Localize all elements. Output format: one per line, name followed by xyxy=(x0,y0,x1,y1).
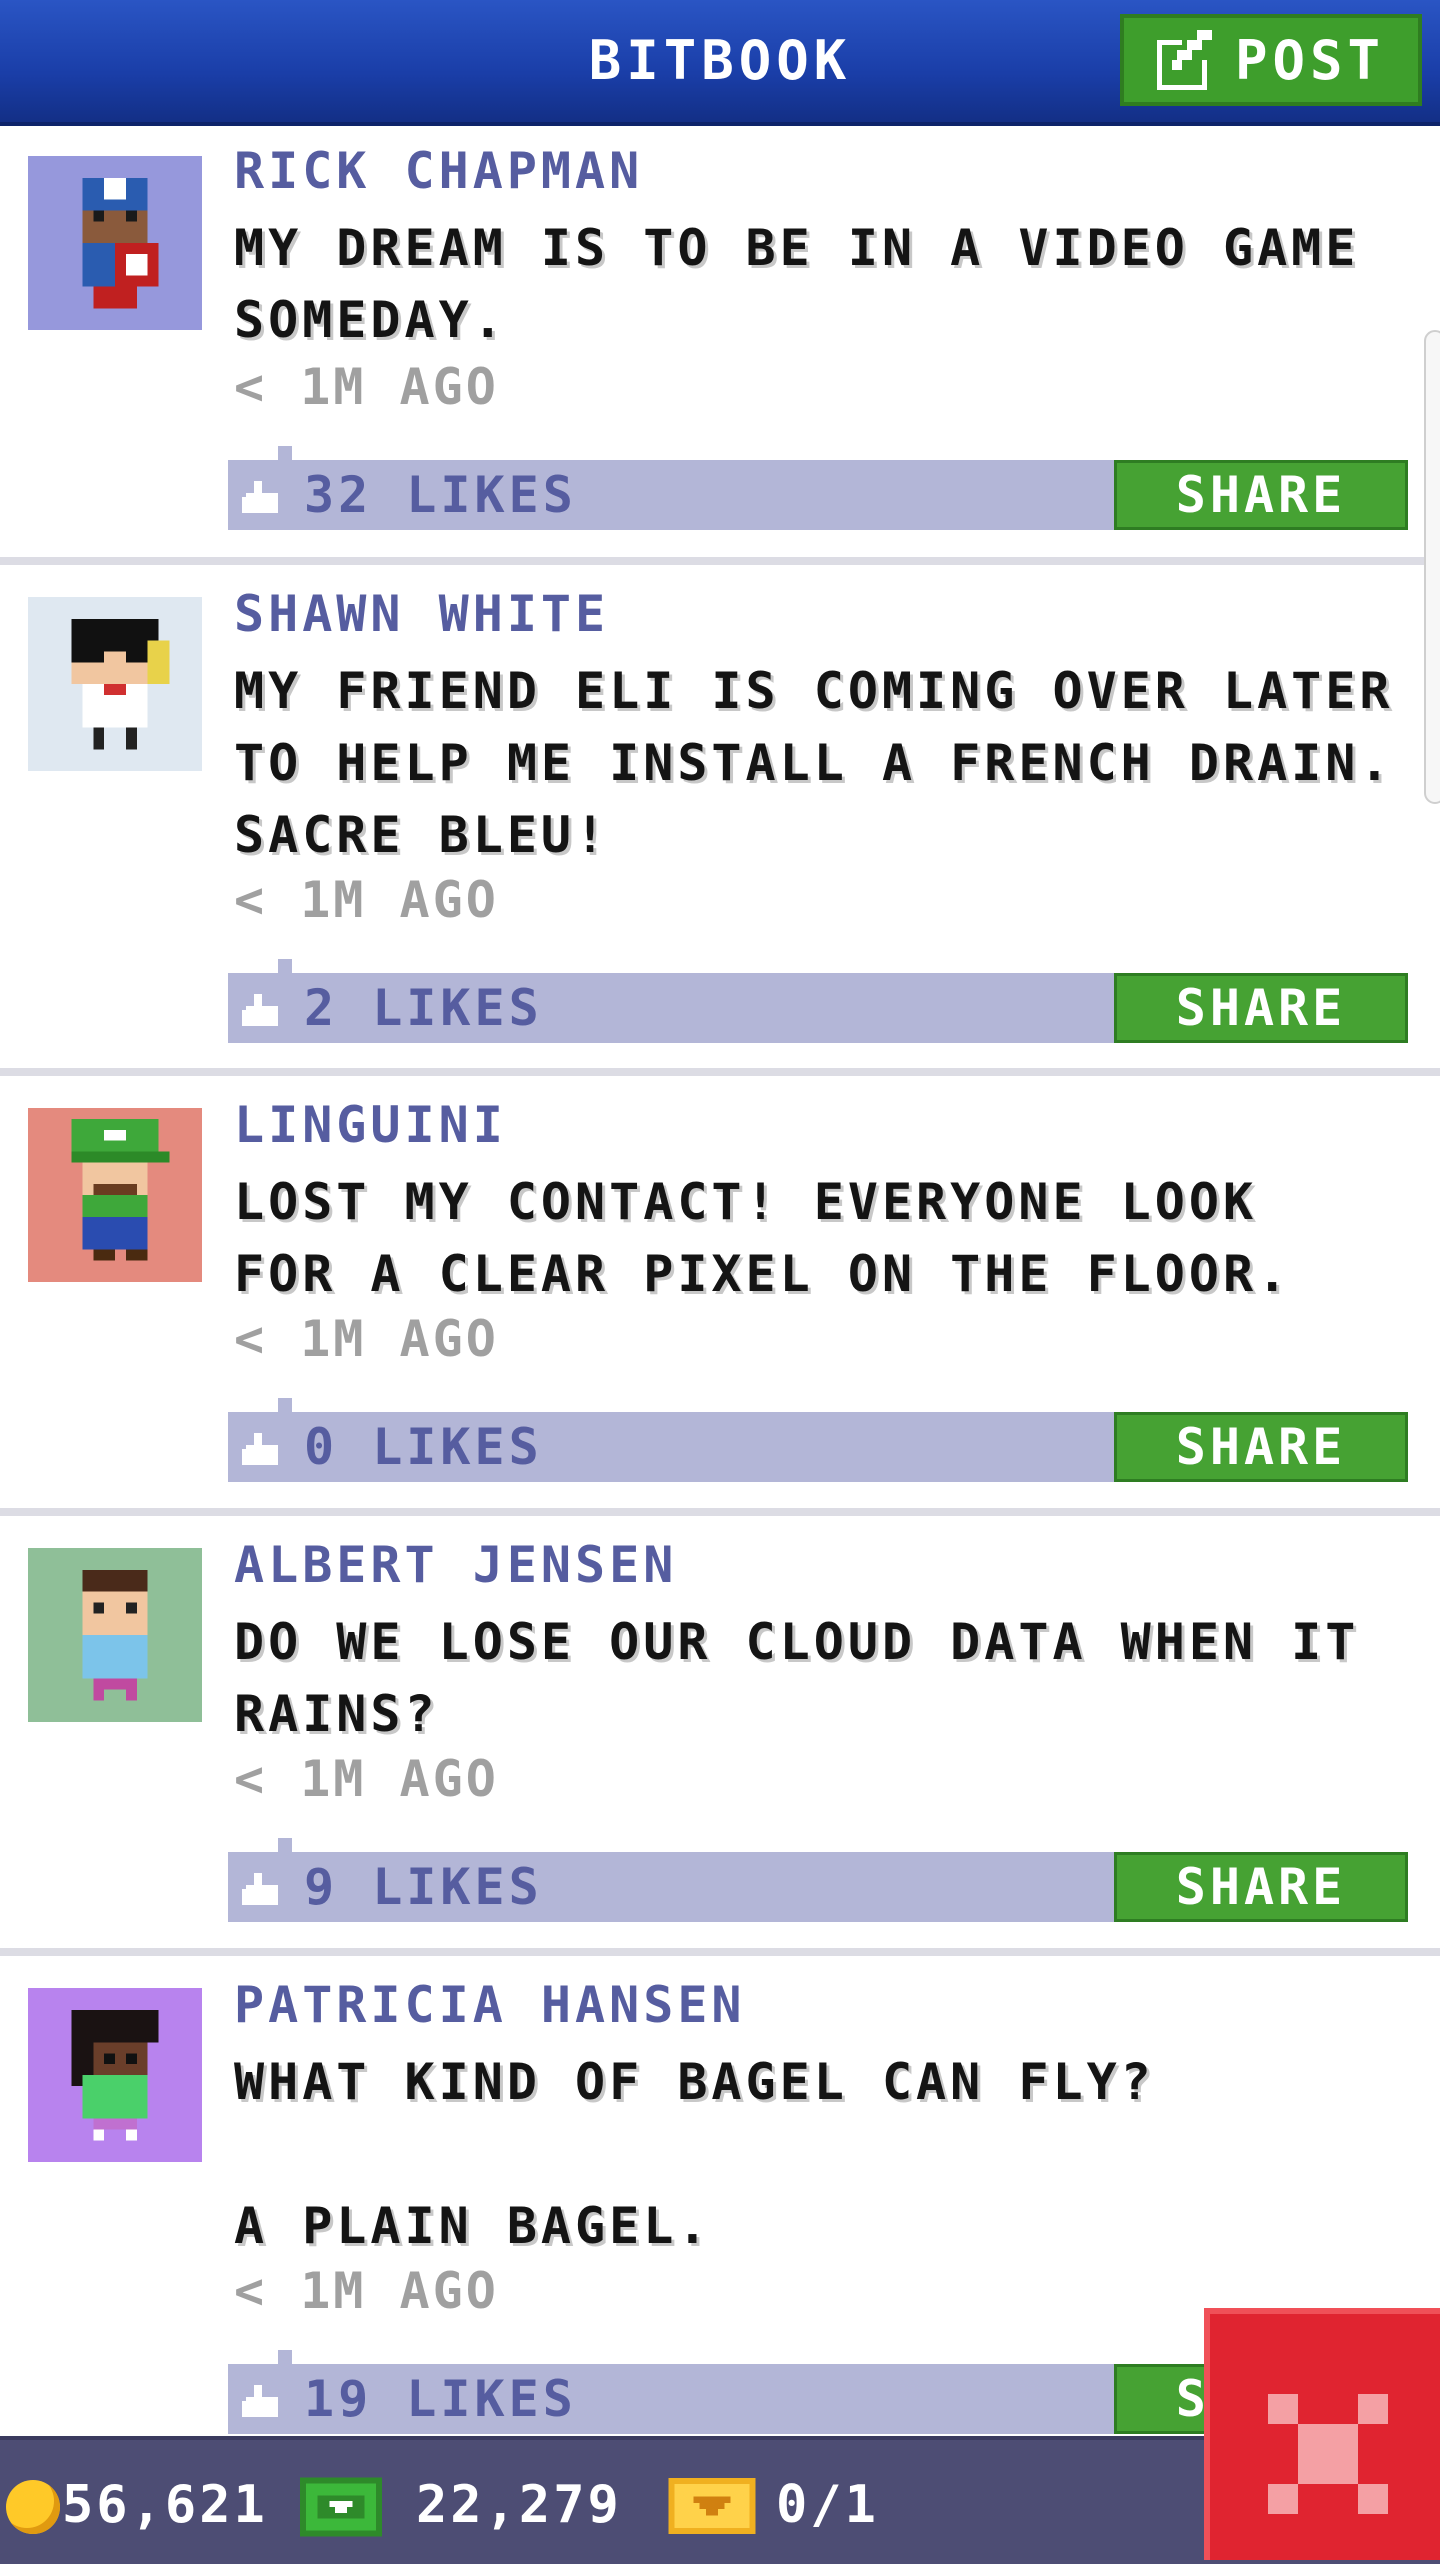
post-divider xyxy=(0,1068,1440,1076)
like-count: 2 LIKES xyxy=(304,979,543,1037)
avatar xyxy=(28,1548,202,1722)
coin-count: 56,621 xyxy=(62,2475,268,2535)
close-button[interactable] xyxy=(1204,2308,1440,2560)
like-bar-notch xyxy=(278,1838,292,1852)
post-time: < 1M AGO xyxy=(234,358,499,416)
post-button-label: POST xyxy=(1234,28,1386,92)
feed-post: SHAWN WHITE MY FRIEND ELI IS COMING OVER… xyxy=(0,565,1440,1068)
like-bar-notch xyxy=(278,2350,292,2364)
like-bar[interactable]: 32 LIKES SHARE xyxy=(228,446,1408,530)
feed-post: LINGUINI LOST MY CONTACT! EVERYONE LOOK … xyxy=(0,1076,1440,1508)
like-bar[interactable]: 0 LIKES SHARE xyxy=(228,1398,1408,1482)
compose-icon xyxy=(1156,30,1212,90)
scrollbar[interactable] xyxy=(1424,330,1440,804)
thumbs-up-icon xyxy=(242,1873,278,1905)
ticket-icon xyxy=(668,2478,756,2534)
post-time: < 1M AGO xyxy=(234,1750,499,1808)
like-count: 9 LIKES xyxy=(304,1858,543,1916)
share-button[interactable]: SHARE xyxy=(1114,460,1408,530)
post-author[interactable]: SHAWN WHITE xyxy=(234,585,609,643)
share-button[interactable]: SHARE xyxy=(1114,1412,1408,1482)
post-author[interactable]: LINGUINI xyxy=(234,1096,507,1154)
post-button[interactable]: POST xyxy=(1120,14,1422,106)
post-author[interactable]: PATRICIA HANSEN xyxy=(234,1976,746,2034)
post-divider xyxy=(0,1508,1440,1516)
avatar xyxy=(28,156,202,330)
close-icon xyxy=(1268,2394,1388,2514)
like-bar-notch xyxy=(278,959,292,973)
avatar xyxy=(28,597,202,771)
post-message: DO WE LOSE OUR CLOUD DATA WHEN IT RAINS? xyxy=(234,1613,1360,1743)
like-bar-notch xyxy=(278,446,292,460)
post-divider xyxy=(0,557,1440,565)
like-count: 19 LIKES xyxy=(304,2370,577,2428)
thumbs-up-icon xyxy=(242,481,278,513)
thumbs-up-icon xyxy=(242,994,278,1026)
like-bar[interactable]: 2 LIKES SHARE xyxy=(228,959,1408,1043)
feed-post: RICK CHAPMAN MY DREAM IS TO BE IN A VIDE… xyxy=(0,122,1440,557)
post-message: MY FRIEND ELI IS COMING OVER LATER TO HE… xyxy=(234,662,1394,864)
feed-post: ALBERT JENSEN DO WE LOSE OUR CLOUD DATA … xyxy=(0,1516,1440,1948)
like-count: 0 LIKES xyxy=(304,1418,543,1476)
post-time: < 1M AGO xyxy=(234,871,499,929)
thumbs-up-icon xyxy=(242,2385,278,2417)
coin-icon xyxy=(6,2480,60,2534)
avatar xyxy=(28,1108,202,1282)
bux-count: 22,279 xyxy=(416,2475,622,2535)
like-bar[interactable]: 9 LIKES SHARE xyxy=(228,1838,1408,1922)
post-time: < 1M AGO xyxy=(234,1310,499,1368)
like-bar-notch xyxy=(278,1398,292,1412)
post-author[interactable]: RICK CHAPMAN xyxy=(234,142,643,200)
post-message: MY DREAM IS TO BE IN A VIDEO GAME SOMEDA… xyxy=(234,219,1360,349)
share-button[interactable]: SHARE xyxy=(1114,973,1408,1043)
post-time: < 1M AGO xyxy=(234,2262,499,2320)
ticket-count: 0/1 xyxy=(776,2475,879,2535)
post-divider xyxy=(0,1948,1440,1956)
like-count: 32 LIKES xyxy=(304,466,577,524)
thumbs-up-icon xyxy=(242,1433,278,1465)
share-button[interactable]: SHARE xyxy=(1114,1852,1408,1922)
post-message: LOST MY CONTACT! EVERYONE LOOK FOR A CLE… xyxy=(234,1173,1292,1303)
post-author[interactable]: ALBERT JENSEN xyxy=(234,1536,677,1594)
avatar xyxy=(28,1988,202,2162)
bux-icon xyxy=(300,2477,382,2537)
post-message: WHAT KIND OF BAGEL CAN FLY? A PLAIN BAGE… xyxy=(234,2053,1155,2255)
app-header: BITBOOK POST xyxy=(0,0,1440,126)
